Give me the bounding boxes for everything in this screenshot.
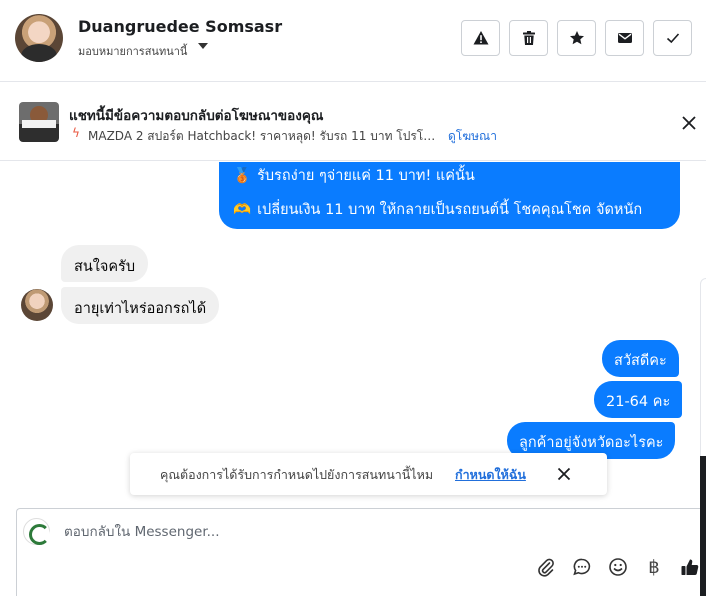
warning-icon [473,31,488,45]
ad-banner-title: แชทนี้มีข้อความตอบกลับต่อโฆษณาของคุณ [69,108,324,124]
page-message-bubble[interactable]: 🥉 รับรถง่าย ๆจ่ายแค่ 11 บาท! แค่นั้น 🫶 เปล… [219,162,680,229]
message-line-text: รับรถง่าย ๆจ่ายแค่ 11 บาท! แค่นั้น [257,168,475,184]
messenger-conversation-panel: Duangruedee Somsasr มอบหมายการสนทนานี้ แ… [0,0,706,596]
contact-name[interactable]: Duangruedee Somsasr [78,17,282,36]
outgoing-message[interactable]: สวัสดีคะ [602,340,679,377]
close-icon[interactable] [556,466,572,482]
assign-conversation-label[interactable]: มอบหมายการสนทนานี้ [78,42,187,60]
envelope-icon [617,33,632,43]
ad-reply-banner: แชทนี้มีข้อความตอบกลับต่อโฆษณาของคุณ ϟ M… [0,83,706,161]
view-ad-link[interactable]: ดูโฆษณา [448,127,497,146]
reply-input[interactable] [64,522,624,542]
page-avatar [23,518,50,545]
assign-conversation-prompt: คุณต้องการได้รับการกำหนดไปยังการสนทนานี้… [130,453,607,495]
message-line: 🫶 เปลี่ยนเงิน 11 บาท ให้กลายเป็นรถยนต์นี้… [233,198,642,221]
saved-replies-button[interactable] [571,556,593,578]
message-line-text: เปลี่ยนเงิน 11 บาท ให้กลายเป็นรถยนต์นี้ … [257,202,643,218]
emoji-button[interactable] [607,556,629,578]
heart-hands-icon: 🫶 [233,202,252,218]
close-icon[interactable] [679,113,699,133]
baht-icon[interactable]: ฿ [643,556,665,578]
incoming-message[interactable]: อายุเท่าไหร่ออกรถได้ [61,287,220,324]
thumbs-up-icon [681,559,699,575]
medal-icon: 🥉 [233,168,252,184]
incoming-message[interactable]: สนใจครับ [61,245,149,282]
chat-bubble-icon [573,558,591,576]
trash-icon [522,31,535,45]
contact-avatar-small [21,289,53,321]
assign-prompt-text: คุณต้องการได้รับการกำหนดไปยังการสนทนานี้… [160,467,434,482]
star-icon [569,31,584,45]
outgoing-message[interactable]: 21-64 คะ [594,381,683,418]
star-button[interactable] [557,20,596,56]
like-button[interactable] [679,556,701,578]
paperclip-icon [538,558,554,577]
lightning-icon: ϟ [72,126,80,140]
ad-description: MAZDA 2 สปอร์ต Hatchback! ราคาหลุด! รับร… [88,129,440,143]
contact-avatar[interactable] [15,14,63,62]
checkmark-icon [666,33,679,44]
mark-unread-button[interactable] [605,20,644,56]
conversation-header: Duangruedee Somsasr มอบหมายการสนทนานี้ [0,0,706,82]
delete-button[interactable] [509,20,548,56]
assign-to-me-link[interactable]: กำหนดให้ฉัน [455,465,526,485]
smiley-icon [609,558,627,576]
message-line: 🥉 รับรถง่าย ๆจ่ายแค่ 11 บาท! แค่นั้น [233,164,475,187]
done-button[interactable] [653,20,692,56]
chevron-down-icon[interactable] [198,43,208,49]
ad-thumbnail[interactable] [19,102,59,142]
report-button[interactable] [461,20,500,56]
attach-button[interactable] [535,556,557,578]
window-edge [700,456,706,596]
